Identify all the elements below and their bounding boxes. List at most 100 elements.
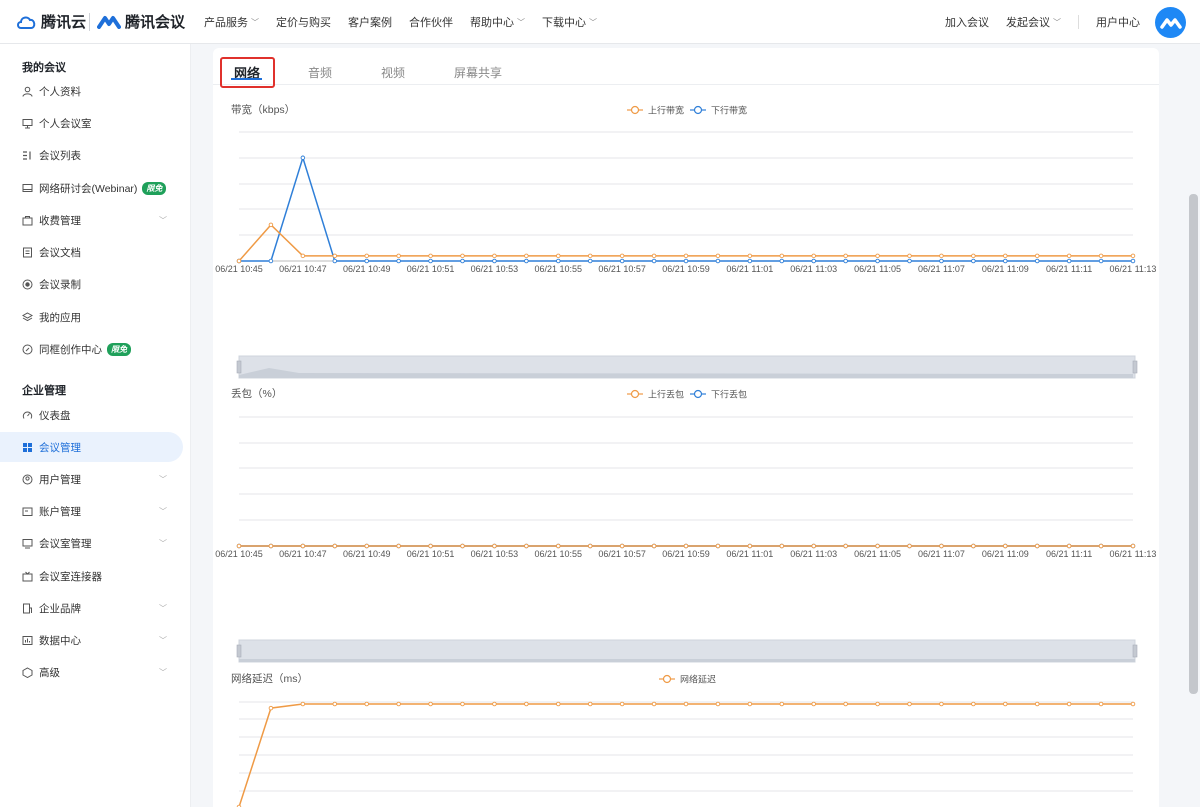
user-icon xyxy=(22,86,33,97)
apps-icon xyxy=(22,311,33,323)
document-icon xyxy=(22,247,33,258)
sidebar-item-meeting-management[interactable]: 会议管理 xyxy=(0,432,183,462)
top-right-actions: 加入会议 发起会议 ﹀ 用户中心 xyxy=(945,0,1140,44)
sidebar-item-label: 会议室连接器 xyxy=(39,570,102,583)
free-badge: 限免 xyxy=(142,181,167,195)
sidebar-item-advanced[interactable]: 高级 ﹀ xyxy=(0,657,183,687)
nav-label: 产品服务 xyxy=(204,17,248,29)
nav-partners[interactable]: 合作伙伴 xyxy=(409,14,453,30)
dashboard-icon xyxy=(22,410,33,421)
start-meeting-label: 发起会议 xyxy=(1006,17,1050,29)
billing-icon xyxy=(22,215,33,226)
sidebar-item-label: 会议管理 xyxy=(39,441,81,454)
sidebar-item-profile[interactable]: 个人资料 xyxy=(0,76,183,106)
chevron-down-icon: ﹀ xyxy=(159,506,167,516)
sidebar-item-room-connector[interactable]: 会议室连接器 xyxy=(0,561,183,591)
main-nav: 产品服务 ﹀ 定价与购买 客户案例 合作伙伴 帮助中心 ﹀ 下载中心 ﹀ xyxy=(204,0,597,44)
chevron-down-icon: ﹀ xyxy=(159,667,167,677)
sidebar-item-room-management[interactable]: 会议室管理 ﹀ xyxy=(0,528,183,558)
active-tab-underline xyxy=(231,78,262,80)
sidebar-item-enterprise-brand[interactable]: 企业品牌 ﹀ xyxy=(0,593,183,623)
nav-label: 定价与购买 xyxy=(276,17,331,29)
cloud-icon xyxy=(17,16,36,29)
tab-screen-share[interactable]: 屏幕共享 xyxy=(454,64,502,81)
chevron-down-icon: ﹀ xyxy=(159,474,167,484)
brand-tencent-meeting: 腾讯会议 xyxy=(125,14,186,31)
logo-divider xyxy=(89,13,90,31)
sidebar-item-label: 用户管理 xyxy=(39,473,81,486)
page-scrollbar[interactable] xyxy=(1187,44,1200,807)
nav-cases[interactable]: 客户案例 xyxy=(348,14,392,30)
tencent-cloud-logo[interactable]: 腾讯云 xyxy=(16,11,86,32)
meeting-logo-icon xyxy=(1159,17,1182,29)
chevron-down-icon: ﹀ xyxy=(589,17,597,27)
create-icon xyxy=(22,344,33,355)
tab-video[interactable]: 视频 xyxy=(381,64,405,81)
sidebar-item-label: 网络研讨会(Webinar) xyxy=(39,182,138,195)
sidebar-item-account-management[interactable]: 账户管理 ﹀ xyxy=(0,496,183,526)
nav-help[interactable]: 帮助中心 ﹀ xyxy=(470,14,525,30)
sidebar-item-user-management[interactable]: 用户管理 ﹀ xyxy=(0,464,183,494)
tab-audio[interactable]: 音频 xyxy=(308,64,332,81)
free-badge: 限免 xyxy=(107,342,131,356)
start-meeting-link[interactable]: 发起会议 ﹀ xyxy=(1006,14,1061,30)
sidebar-item-label: 同框创作中心 xyxy=(39,343,102,356)
user-manage-icon xyxy=(22,474,33,485)
connector-icon xyxy=(22,571,33,582)
brand-icon xyxy=(22,603,33,614)
nav-label: 下载中心 xyxy=(542,17,586,29)
sidebar-item-label: 会议室管理 xyxy=(39,537,92,550)
room-icon xyxy=(22,118,33,129)
data-icon xyxy=(22,635,33,646)
account-icon xyxy=(22,506,33,517)
sidebar-item-label: 个人资料 xyxy=(39,85,81,98)
sidebar-item-label: 我的应用 xyxy=(39,311,81,324)
join-meeting-link[interactable]: 加入会议 xyxy=(945,14,989,30)
sidebar-item-label: 仪表盘 xyxy=(39,409,71,422)
sidebar-item-label: 企业品牌 xyxy=(39,602,81,615)
webinar-icon xyxy=(22,183,33,194)
sidebar-item-documents[interactable]: 会议文档 xyxy=(0,237,183,267)
chevron-down-icon: ﹀ xyxy=(159,603,167,613)
sidebar: 我的会议 个人资料 个人会议室 会议列表 网络研讨会(Webinar) 限免 收… xyxy=(0,44,191,807)
sidebar-item-my-apps[interactable]: 我的应用 xyxy=(0,302,183,332)
sidebar-item-label: 会议文档 xyxy=(39,246,81,259)
sidebar-item-label: 高级 xyxy=(39,666,60,679)
sidebar-item-create-center[interactable]: 同框创作中心 限免 xyxy=(0,334,183,364)
divider xyxy=(1078,15,1079,29)
grid-icon xyxy=(22,442,33,453)
sidebar-item-recording[interactable]: 会议录制 xyxy=(0,269,183,299)
chevron-down-icon: ﹀ xyxy=(159,635,167,645)
sidebar-item-label: 个人会议室 xyxy=(39,117,92,130)
sidebar-item-webinar[interactable]: 网络研讨会(Webinar) 限免 xyxy=(0,173,183,203)
chevron-down-icon: ﹀ xyxy=(1053,17,1061,27)
main-card: 网络 音频 视频 屏幕共享 xyxy=(213,48,1159,807)
nav-download[interactable]: 下载中心 ﹀ xyxy=(542,14,597,30)
brand-tencent-cloud: 腾讯云 xyxy=(41,14,87,31)
chevron-down-icon: ﹀ xyxy=(159,215,167,225)
nav-label: 帮助中心 xyxy=(470,17,514,29)
list-icon xyxy=(22,150,33,161)
tencent-meeting-logo[interactable]: 腾讯会议 xyxy=(97,11,185,32)
nav-pricing[interactable]: 定价与购买 xyxy=(276,14,331,30)
nav-products[interactable]: 产品服务 ﹀ xyxy=(204,14,259,30)
sidebar-item-data-center[interactable]: 数据中心 ﹀ xyxy=(0,625,183,655)
sidebar-item-label: 会议列表 xyxy=(39,149,81,162)
tab-bar: 网络 音频 视频 屏幕共享 xyxy=(213,48,1159,88)
chevron-down-icon: ﹀ xyxy=(251,17,259,27)
sidebar-item-label: 收费管理 xyxy=(39,214,81,227)
sidebar-item-billing[interactable]: 收费管理 ﹀ xyxy=(0,205,183,235)
sidebar-item-personal-room[interactable]: 个人会议室 xyxy=(0,108,183,138)
section-title-enterprise: 企业管理 xyxy=(22,385,66,397)
nav-label: 合作伙伴 xyxy=(409,17,453,29)
record-icon xyxy=(22,279,33,290)
scrollbar-thumb[interactable] xyxy=(1189,194,1198,694)
chevron-down-icon: ﹀ xyxy=(159,538,167,548)
avatar[interactable] xyxy=(1155,7,1186,38)
sidebar-item-dashboard[interactable]: 仪表盘 xyxy=(0,400,183,430)
sidebar-item-meeting-list[interactable]: 会议列表 xyxy=(0,140,183,170)
sidebar-item-label: 账户管理 xyxy=(39,505,81,518)
meeting-room-icon xyxy=(22,538,33,549)
user-center-link[interactable]: 用户中心 xyxy=(1096,14,1140,30)
meeting-logo-icon xyxy=(97,15,121,29)
